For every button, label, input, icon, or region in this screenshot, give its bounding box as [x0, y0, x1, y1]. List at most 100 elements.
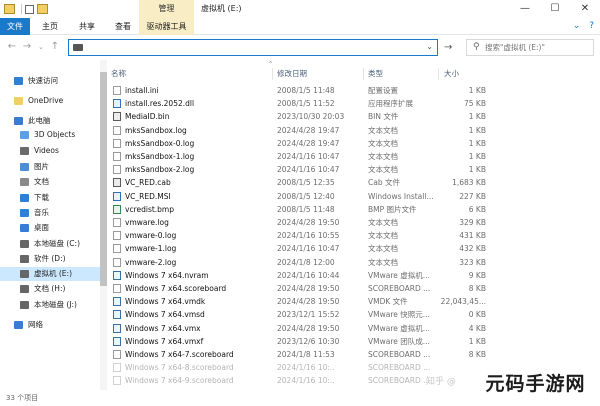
file-row[interactable]: vmware-0.log 2024/1/16 10:55 文本文档 431 KB: [108, 229, 500, 242]
nav-item[interactable]: OneDrive: [0, 94, 100, 108]
file-date: 2024/4/28 19:47: [277, 138, 340, 148]
file-date: 2024/1/16 10:47: [277, 244, 340, 254]
nav-item[interactable]: Videos: [0, 144, 100, 158]
file-row[interactable]: VC_RED.MSI 2008/1/5 12:40 Windows Install.…: [108, 190, 500, 203]
nav-scrollbar-thumb[interactable]: [100, 72, 107, 286]
file-name: vcredist.bmp: [125, 204, 174, 214]
nav-item[interactable]: 桌面: [0, 221, 100, 235]
file-row[interactable]: install.ini 2008/1/5 11:48 配置设置 1 KB: [108, 84, 500, 97]
nav-item[interactable]: 图片: [0, 160, 100, 174]
recent-locations-button[interactable]: ⌄: [34, 40, 48, 54]
file-row[interactable]: mksSandbox.log 2024/4/28 19:47 文本文档 1 KB: [108, 124, 500, 137]
text-file-icon: [113, 231, 121, 241]
file-row[interactable]: Windows 7 x64-8.scoreboard 2024/1/16 10:.…: [108, 361, 500, 374]
column-divider[interactable]: [438, 68, 439, 80]
file-name: mksSandbox-2.log: [125, 165, 195, 175]
nav-item[interactable]: 软件 (D:): [0, 252, 100, 266]
file-row[interactable]: Windows 7 x64.vmdk 2024/4/28 19:50 VMDK 文件…: [108, 295, 500, 308]
expand-ribbon-icon[interactable]: ⌄: [573, 21, 581, 31]
nav-item[interactable]: 文档: [0, 175, 100, 189]
nav-item[interactable]: 此电脑: [0, 114, 100, 128]
file-row[interactable]: Windows 7 x64.nvram 2024/1/16 10:44 VMware…: [108, 269, 500, 282]
nav-item-label: 网络: [28, 320, 43, 329]
address-bar[interactable]: ⌄: [68, 39, 438, 56]
column-divider[interactable]: [363, 68, 364, 80]
file-row[interactable]: VC_RED.cab 2008/1/5 12:35 Cab 文件 1,683 KB: [108, 176, 500, 189]
properties-icon[interactable]: [25, 4, 34, 14]
column-divider[interactable]: [272, 68, 273, 80]
tab-drive-tools[interactable]: 驱动器工具: [139, 18, 194, 35]
forward-button[interactable]: →: [20, 40, 34, 54]
tab-home[interactable]: 主页: [35, 18, 65, 35]
file-row[interactable]: vmware-2.log 2024/1/8 12:00 文本文档 323 KB: [108, 256, 500, 269]
file-size: 6 KB: [468, 204, 486, 214]
column-header-date[interactable]: 修改日期: [277, 68, 307, 80]
file-row[interactable]: Windows 7 x64.vmxf 2023/12/6 10:30 VMware …: [108, 335, 500, 348]
text-file-icon: [113, 138, 121, 148]
address-dropdown-icon[interactable]: ⌄: [426, 42, 433, 51]
nav-item-label: 3D Objects: [34, 130, 76, 139]
nav-item[interactable]: 虚拟机 (E:): [0, 267, 100, 281]
file-row[interactable]: Windows 7 x64.scoreboard 2024/4/28 19:50 S…: [108, 282, 500, 295]
address-input[interactable]: [85, 41, 415, 54]
file-row[interactable]: install.res.2052.dll 2008/1/5 11:52 应用程序扩展…: [108, 97, 500, 110]
tab-manage[interactable]: 管理: [139, 0, 194, 18]
new-folder-icon[interactable]: [37, 4, 48, 14]
file-size: 8 KB: [468, 350, 486, 359]
nav-item-label: 下载: [34, 193, 49, 202]
nav-item[interactable]: 本地磁盘 (J:): [0, 298, 100, 312]
file-row[interactable]: Windows 7 x64.vmsd 2023/12/1 15:52 VMware …: [108, 308, 500, 321]
help-icon[interactable]: ?: [589, 21, 594, 31]
file-row[interactable]: MediaID.bin 2023/10/30 20:03 BIN 文件 1 KB: [108, 110, 500, 123]
search-box[interactable]: ⚲: [466, 39, 594, 56]
file-name: Windows 7 x64-7.scoreboard: [125, 350, 234, 359]
file-row[interactable]: vmware.log 2024/4/28 19:50 文本文档 329 KB: [108, 216, 500, 229]
file-name: vmware.log: [125, 218, 169, 227]
vm-file-icon: [113, 297, 121, 307]
file-name: mksSandbox-1.log: [125, 152, 195, 161]
dll-icon: [113, 99, 121, 109]
file-row[interactable]: Windows 7 x64.vmx 2024/4/28 19:50 VMware 虚…: [108, 322, 500, 335]
minimize-button[interactable]: —: [510, 0, 540, 18]
file-row[interactable]: vcredist.bmp 2008/1/5 11:48 BMP 图片文件 6 KB: [108, 203, 500, 216]
back-button[interactable]: ←: [5, 40, 19, 54]
search-input[interactable]: [485, 42, 591, 53]
text-file-icon: [113, 363, 121, 373]
tab-view[interactable]: 查看: [108, 18, 138, 35]
maximize-button[interactable]: ☐: [540, 0, 570, 18]
item-count: 33 个项目: [6, 394, 39, 402]
up-button[interactable]: ↑: [48, 40, 62, 54]
file-row[interactable]: mksSandbox-1.log 2024/1/16 10:47 文本文档 1 KB: [108, 150, 500, 163]
tab-share[interactable]: 共享: [72, 18, 102, 35]
close-button[interactable]: ✕: [570, 0, 600, 18]
tab-file[interactable]: 文件: [0, 18, 30, 35]
nav-item-label: Videos: [34, 146, 59, 155]
nav-item[interactable]: 3D Objects: [0, 128, 100, 142]
file-row[interactable]: vmware-1.log 2024/1/16 10:47 文本文档 432 KB: [108, 242, 500, 255]
file-size: 9 KB: [468, 270, 486, 280]
nav-item-label: OneDrive: [28, 96, 64, 105]
file-size: 0 KB: [468, 310, 486, 320]
file-name: Windows 7 x64.vmdk: [125, 297, 206, 307]
desktop-icon: [20, 224, 29, 232]
file-row[interactable]: mksSandbox-0.log 2024/4/28 19:47 文本文档 1 KB: [108, 137, 500, 150]
column-header-type[interactable]: 类型: [368, 68, 383, 80]
nav-item[interactable]: 下载: [0, 191, 100, 205]
file-row[interactable]: Windows 7 x64-7.scoreboard 2024/1/8 11:53…: [108, 348, 500, 361]
file-name: vmware-0.log: [125, 231, 177, 241]
column-header-name[interactable]: 名称: [111, 68, 126, 80]
nav-item[interactable]: 文档 (H:): [0, 282, 100, 296]
column-header-size[interactable]: 大小: [444, 68, 459, 80]
file-name: VC_RED.cab: [125, 178, 171, 188]
go-button[interactable]: →: [444, 42, 452, 53]
file-size: 1 KB: [468, 138, 486, 148]
text-file-icon: [113, 152, 121, 161]
nav-item[interactable]: 本地磁盘 (C:): [0, 237, 100, 251]
nav-item-label: 此电脑: [28, 116, 51, 125]
nav-item[interactable]: 网络: [0, 318, 100, 332]
text-file-icon: [113, 284, 121, 293]
nav-item[interactable]: 音乐: [0, 206, 100, 220]
file-row[interactable]: mksSandbox-2.log 2024/1/16 10:47 文本文档 1 KB: [108, 163, 500, 176]
quick-access-toolbar: [4, 3, 51, 15]
nav-item[interactable]: 快速访问: [0, 74, 100, 88]
